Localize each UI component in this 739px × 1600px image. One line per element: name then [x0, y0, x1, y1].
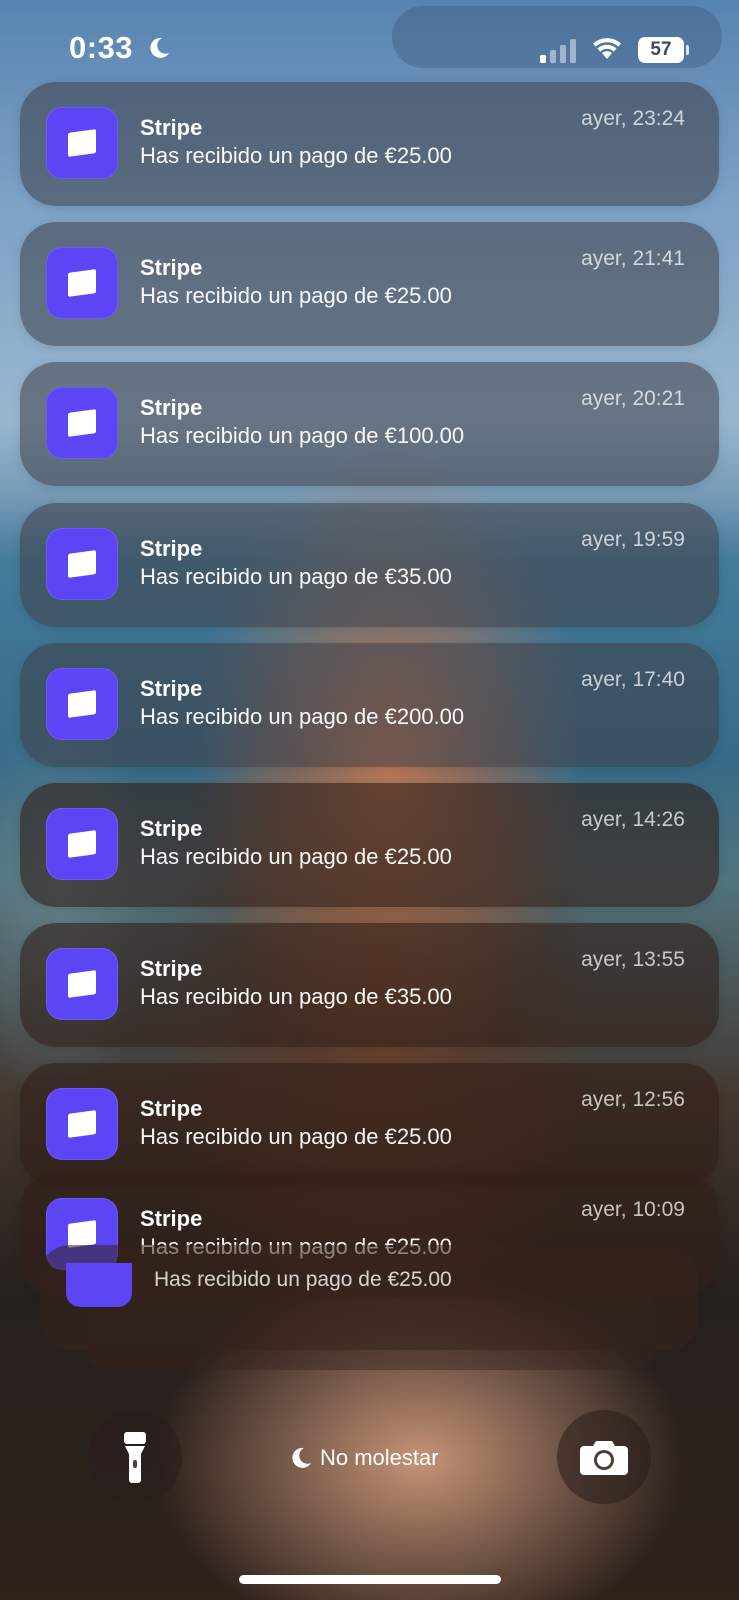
stripe-app-icon: [46, 948, 118, 1020]
home-indicator[interactable]: [239, 1575, 501, 1584]
battery-cap: [686, 45, 689, 55]
notification-app-name: Stripe: [140, 536, 203, 561]
notification-time: ayer, 21:41: [581, 247, 685, 270]
camera-icon: [580, 1441, 628, 1475]
card-glyph-icon: [68, 1110, 96, 1138]
stripe-app-icon: [46, 107, 118, 179]
notification-card[interactable]: Stripe Has recibido un pago de €35.00 ayer…: [20, 503, 719, 627]
stacked-notification[interactable]: Has recibido un pago de €25.00: [40, 1245, 698, 1350]
notification-card[interactable]: Stripe Has recibido un pago de €35.00 ayer…: [20, 923, 719, 1047]
stripe-app-icon: [46, 1088, 118, 1160]
stacked-notification-message: Has recibido un pago de €25.00: [154, 1268, 452, 1291]
status-time: 0:33: [69, 30, 134, 65]
notification-time: ayer, 23:24: [581, 107, 685, 130]
notification-time: ayer, 19:59: [581, 528, 685, 551]
notification-app-name: Stripe: [140, 816, 203, 841]
notification-app-name: Stripe: [140, 255, 203, 280]
notification-message: Has recibido un pago de €25.00: [140, 283, 452, 308]
notification-message: Has recibido un pago de €25.00: [140, 143, 452, 168]
stripe-app-icon: [46, 808, 118, 880]
notification-card[interactable]: Stripe Has recibido un pago de €25.00 ayer…: [20, 1063, 719, 1187]
notification-time: ayer, 17:40: [581, 668, 685, 691]
moon-icon: [292, 1447, 311, 1468]
card-glyph-icon: [68, 550, 96, 578]
notification-card[interactable]: Stripe Has recibido un pago de €25.00 ayer…: [20, 82, 719, 206]
notification-card[interactable]: Stripe Has recibido un pago de €25.00 ayer…: [20, 222, 719, 346]
card-glyph-icon: [68, 409, 96, 437]
notification-app-name: Stripe: [140, 395, 203, 420]
battery-indicator: 57: [638, 37, 684, 63]
card-glyph-icon: [68, 690, 96, 718]
card-glyph-icon: [68, 129, 96, 157]
notification-app-name: Stripe: [140, 115, 203, 140]
card-glyph-icon: [68, 830, 96, 858]
card-glyph-icon: [68, 970, 96, 998]
notification-time: ayer, 10:09: [581, 1198, 685, 1221]
stripe-app-icon: [46, 668, 118, 740]
notification-card[interactable]: Stripe Has recibido un pago de €100.00 aye…: [20, 362, 719, 486]
notification-card[interactable]: Stripe Has recibido un pago de €25.00 ayer…: [20, 783, 719, 907]
flashlight-icon: [124, 1432, 146, 1483]
focus-mode-indicator[interactable]: No molestar: [290, 1443, 439, 1473]
wifi-icon: [593, 38, 621, 59]
notification-time: ayer, 20:21: [581, 387, 685, 410]
flashlight-button[interactable]: [88, 1410, 182, 1504]
notification-message: Has recibido un pago de €25.00: [140, 1124, 452, 1149]
notification-app-name: Stripe: [140, 676, 203, 701]
notification-message: Has recibido un pago de €25.00: [140, 844, 452, 869]
stripe-app-icon: [46, 528, 118, 600]
stripe-app-icon: [66, 1263, 132, 1307]
card-glyph-icon: [68, 269, 96, 297]
notification-time: ayer, 14:26: [581, 808, 685, 831]
notification-card[interactable]: Stripe Has recibido un pago de €200.00 aye…: [20, 643, 719, 767]
camera-button[interactable]: [557, 1410, 651, 1504]
notification-time: ayer, 13:55: [581, 948, 685, 971]
notification-app-name: Stripe: [140, 1096, 203, 1121]
status-bar: 0:33 57: [0, 0, 739, 90]
focus-mode-label: No molestar: [320, 1445, 439, 1470]
stripe-app-icon: [46, 247, 118, 319]
notification-message: Has recibido un pago de €200.00: [140, 704, 465, 729]
moon-icon: [150, 37, 169, 58]
card-glyph-icon: [68, 1220, 96, 1248]
notification-message: Has recibido un pago de €35.00: [140, 564, 452, 589]
cellular-signal-icon: [540, 39, 576, 63]
notification-message: Has recibido un pago de €100.00: [140, 423, 465, 448]
notification-time: ayer, 12:56: [581, 1088, 685, 1111]
stripe-app-icon: [46, 387, 118, 459]
notification-app-name: Stripe: [140, 1206, 203, 1231]
notification-message: Has recibido un pago de €35.00: [140, 984, 452, 1009]
notification-app-name: Stripe: [140, 956, 203, 981]
